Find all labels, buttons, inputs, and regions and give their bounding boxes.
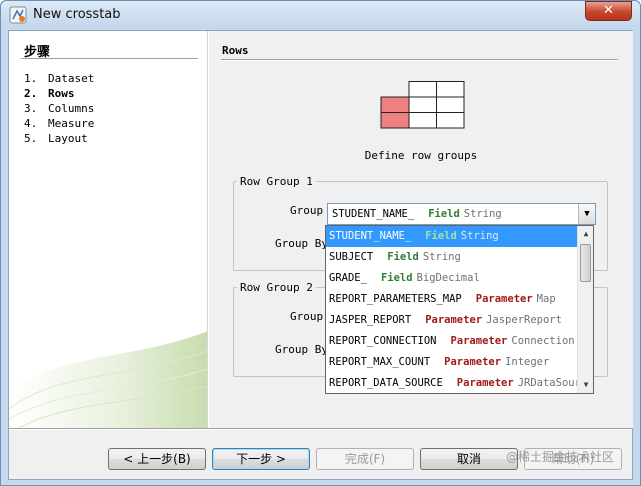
page-heading: Rows xyxy=(222,44,249,57)
dropdown-option[interactable]: GRADE_ Field BigDecimal xyxy=(326,268,578,289)
cancel-button[interactable]: 取消 xyxy=(420,448,518,470)
row-group-1-legend: Row Group 1 xyxy=(240,175,313,188)
option-kind: Parameter xyxy=(425,314,483,326)
close-button[interactable]: ✕ xyxy=(585,1,632,21)
dropdown-option[interactable]: JASPER_REPORT Parameter JasperReport xyxy=(326,310,578,331)
step-item: 1. Dataset xyxy=(24,71,94,86)
watermark: @稀土掘金技术社区 xyxy=(506,450,615,464)
finish-button[interactable]: 完成(F) xyxy=(316,448,414,470)
group-dropdown-list[interactable]: STUDENT_NAME_ Field String SUBJECT Field Stri… xyxy=(325,225,594,394)
close-icon: ✕ xyxy=(603,3,614,18)
option-type: Integer xyxy=(505,356,550,368)
option-kind: Field xyxy=(380,272,413,284)
step-label: Columns xyxy=(48,102,95,115)
define-row-groups-label: Define row groups xyxy=(364,149,478,162)
step-label: Layout xyxy=(48,132,88,145)
dropdown-option[interactable]: REPORT_PARAMETERS_MAP Parameter Map xyxy=(326,289,578,310)
step-number: 4. xyxy=(24,117,38,130)
option-type: BigDecimal xyxy=(416,272,480,284)
button-bar: < 上一步(B) 下一步 > 完成(F) 取消 帮助(H) @稀土掘金技术社区 xyxy=(9,430,632,479)
option-type: Connection xyxy=(511,335,575,347)
option-kind: Field xyxy=(425,230,457,242)
option-type: Map xyxy=(536,293,556,305)
option-name: REPORT_DATA_SOURCE xyxy=(329,377,443,389)
group-label: Group xyxy=(290,204,324,217)
group-by-label: Group By xyxy=(275,237,328,250)
step-number: 2. xyxy=(24,87,38,100)
step-label: Rows xyxy=(48,87,75,100)
window-title: New crosstab xyxy=(33,7,121,22)
option-type: JasperReport xyxy=(486,314,562,326)
option-name: GRADE_ xyxy=(329,272,367,284)
dropdown-option[interactable]: REPORT_CONNECTION Parameter Connection xyxy=(326,331,578,352)
back-button[interactable]: < 上一步(B) xyxy=(108,448,206,470)
option-name: REPORT_MAX_COUNT xyxy=(329,356,431,368)
dropdown-items: STUDENT_NAME_ Field String SUBJECT Field Stri… xyxy=(326,226,578,393)
scrollbar-thumb[interactable] xyxy=(580,244,591,282)
option-type: JRDataSour xyxy=(517,377,578,389)
step-number: 3. xyxy=(24,102,38,115)
group-select[interactable]: STUDENT_NAME_ Field String ▼ xyxy=(327,203,596,225)
option-kind: Field xyxy=(387,251,419,263)
dropdown-scrollbar[interactable]: ▲ ▼ xyxy=(577,226,593,393)
option-kind: Parameter xyxy=(444,356,502,368)
scroll-up-icon[interactable]: ▲ xyxy=(578,226,593,242)
row-grid-icon xyxy=(380,81,465,129)
option-name: SUBJECT xyxy=(329,251,374,263)
step-item: 2. Rows xyxy=(24,86,94,101)
group-by-label: Group By xyxy=(275,343,328,356)
next-button[interactable]: 下一步 > xyxy=(212,448,310,470)
dropdown-option[interactable]: REPORT_MAX_COUNT Parameter Integer xyxy=(326,352,578,373)
title-bar[interactable]: New crosstab ✕ xyxy=(1,1,640,28)
step-number: 5. xyxy=(24,132,38,145)
step-item: 4. Measure xyxy=(24,116,94,131)
field-name: STUDENT_NAME_ xyxy=(332,208,415,220)
step-item: 5. Layout xyxy=(24,131,94,146)
decorative-swoosh xyxy=(9,331,207,428)
row-group-2-legend: Row Group 2 xyxy=(240,281,313,294)
option-kind: Parameter xyxy=(450,335,508,347)
option-type: String xyxy=(422,251,461,263)
option-name: REPORT_CONNECTION xyxy=(329,335,437,347)
heading-divider xyxy=(221,59,618,61)
option-type: String xyxy=(460,230,499,242)
option-kind: Parameter xyxy=(456,377,514,389)
field-kind: Field xyxy=(428,208,460,220)
group-label: Group xyxy=(290,310,324,323)
step-label: Dataset xyxy=(48,72,95,85)
dropdown-option[interactable]: STUDENT_NAME_ Field String xyxy=(326,226,578,247)
app-icon xyxy=(9,6,27,24)
step-number: 1. xyxy=(24,72,38,85)
option-kind: Parameter xyxy=(475,293,533,305)
field-type: String xyxy=(463,208,502,220)
steps-list: 1. Dataset 2. Rows 3. Columns 4. Measure 5. Layou… xyxy=(24,71,94,146)
option-name: JASPER_REPORT xyxy=(329,314,412,326)
chevron-down-icon[interactable]: ▼ xyxy=(578,204,595,224)
option-name: REPORT_PARAMETERS_MAP xyxy=(329,293,462,305)
group-select-value: STUDENT_NAME_ Field String xyxy=(332,208,502,220)
steps-divider xyxy=(21,58,198,60)
dropdown-option[interactable]: REPORT_DATA_SOURCE Parameter JRDataSour xyxy=(326,373,578,393)
step-item: 3. Columns xyxy=(24,101,94,116)
dropdown-option[interactable]: SUBJECT Field String xyxy=(326,247,578,268)
steps-panel: 步骤 1. Dataset 2. Rows 3. Columns 4. Measure 5. La… xyxy=(9,31,208,428)
scroll-down-icon[interactable]: ▼ xyxy=(578,377,593,393)
option-name: STUDENT_NAME_ xyxy=(329,230,412,242)
step-label: Measure xyxy=(48,117,95,130)
